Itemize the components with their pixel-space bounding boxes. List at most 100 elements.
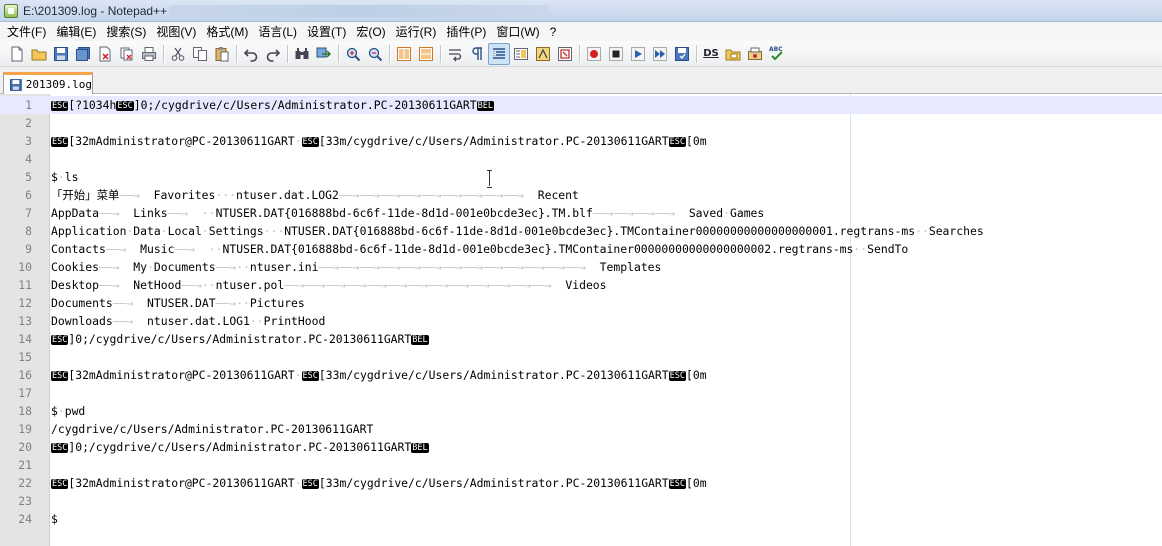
line-number: 15 <box>18 350 32 364</box>
sync-vertical-icon[interactable] <box>393 43 415 65</box>
whitespace-symbol: ·· <box>236 260 250 274</box>
editor-line[interactable]: 4 <box>0 150 1162 168</box>
menu-item-0[interactable]: 文件(F) <box>3 23 52 40</box>
spellcheck-icon[interactable]: ABC <box>766 43 788 65</box>
ds-icon[interactable]: DS <box>700 43 722 65</box>
editor-line[interactable]: 5 $·ls <box>0 168 1162 186</box>
menu-item-8[interactable]: 运行(R) <box>392 23 443 40</box>
editor-line[interactable]: 14 ESC]0;/cygdrive/c/Users/Administrator.… <box>0 330 1162 348</box>
text-run: ntuser.pol <box>215 278 285 292</box>
editor-line[interactable]: 24 $ <box>0 510 1162 528</box>
editor-line[interactable]: 18 $·pwd <box>0 402 1162 420</box>
whitespace-symbol: ——→——→——→——→——→——→——→——→——→——→——→——→——→ <box>318 260 586 274</box>
menu-item-11[interactable]: ? <box>546 25 563 39</box>
document-map-icon[interactable] <box>510 43 532 65</box>
menu-item-2[interactable]: 搜索(S) <box>102 23 152 40</box>
control-char-badge: ESC <box>668 371 686 381</box>
text-run <box>524 188 538 202</box>
editor-area[interactable]: 1 ESC[?1034hESC]0;/cygdrive/c/Users/Admin… <box>0 94 1162 546</box>
show-all-chars-icon[interactable] <box>466 43 488 65</box>
line-number: 13 <box>18 314 32 328</box>
find-icon[interactable] <box>291 43 313 65</box>
paste-icon[interactable] <box>211 43 233 65</box>
editor-line[interactable]: 23 <box>0 492 1162 510</box>
open-file-icon[interactable] <box>28 43 50 65</box>
save-icon[interactable] <box>50 43 72 65</box>
whitespace-symbol: ——→ <box>99 278 120 292</box>
cut-icon[interactable] <box>167 43 189 65</box>
indent-guide-icon[interactable] <box>488 42 510 65</box>
text-run: [33m/cygdrive/c/Users/Administrator.PC-2… <box>318 476 669 490</box>
save-macro-icon[interactable] <box>671 43 693 65</box>
editor-line[interactable]: 15 <box>0 348 1162 366</box>
text-run: AppData <box>51 206 100 220</box>
editor-line[interactable]: 19/cygdrive/c/Users/Administrator.PC-201… <box>0 420 1162 438</box>
editor-line[interactable]: 6 「开始」菜单——→ Favorites···ntuser.dat.LOG2——… <box>0 186 1162 204</box>
editor-line[interactable]: 21 <box>0 456 1162 474</box>
editor-line[interactable]: 8 Application·Data·Local·Settings···NTUSE… <box>0 222 1162 240</box>
run-macro-multiple-icon[interactable] <box>649 43 671 65</box>
whitespace-symbol: ——→——→——→——→——→——→——→——→——→ <box>338 188 525 202</box>
word-wrap-icon[interactable] <box>444 43 466 65</box>
copy-icon[interactable] <box>189 43 211 65</box>
whitespace-symbol: ——→ <box>99 260 120 274</box>
editor-line[interactable]: 12 Documents——→ NTUSER.DAT——→··Pictures <box>0 294 1162 312</box>
save-all-icon[interactable] <box>72 43 94 65</box>
record-macro-icon[interactable] <box>583 43 605 65</box>
text-run: Cookies <box>51 260 100 274</box>
redo-icon[interactable] <box>262 43 284 65</box>
editor-line[interactable]: 9 Contacts——→ Music——→ ··NTUSER.DAT{01688… <box>0 240 1162 258</box>
plugin-icon[interactable] <box>744 43 766 65</box>
print-icon[interactable] <box>138 43 160 65</box>
menu-item-3[interactable]: 视图(V) <box>152 23 202 40</box>
undo-icon[interactable] <box>240 43 262 65</box>
function-list-icon[interactable] <box>532 43 554 65</box>
line-text: Contacts——→ Music——→ ··NTUSER.DAT{016888… <box>51 240 908 258</box>
line-text: ESC[32mAdministrator@PC-20130611GART·ESC… <box>51 366 707 385</box>
editor-line[interactable]: 13 Downloads——→ ntuser.dat.LOG1··PrintHoo… <box>0 312 1162 330</box>
close-all-icon[interactable] <box>116 43 138 65</box>
editor-line[interactable]: 20 ESC]0;/cygdrive/c/Users/Administrator.… <box>0 438 1162 456</box>
text-run: Documents <box>51 296 113 310</box>
zoom-in-icon[interactable] <box>342 43 364 65</box>
whitespace-symbol: ··· <box>215 188 236 202</box>
whitespace-symbol: · <box>57 170 65 184</box>
editor-line[interactable]: 11 Desktop——→ NetHood——→··ntuser.pol——→——… <box>0 276 1162 294</box>
sync-horizontal-icon[interactable] <box>415 43 437 65</box>
tab-201309-log[interactable]: 201309.log <box>3 72 93 94</box>
menu-item-5[interactable]: 语言(L) <box>254 23 303 40</box>
line-number: 3 <box>25 134 32 148</box>
text-run: NTUSER.DAT{016888bd-6c6f-11de-8d1d-001e0… <box>215 206 593 220</box>
text-run: Videos <box>551 278 607 292</box>
tab-strip: 201309.log <box>0 67 1162 94</box>
editor-line[interactable]: 3 ESC[32mAdministrator@PC-20130611GART·ES… <box>0 132 1162 150</box>
folder-as-workspace-icon[interactable] <box>554 43 576 65</box>
menu-item-4[interactable]: 格式(M) <box>202 23 254 40</box>
menu-item-9[interactable]: 插件(P) <box>442 23 492 40</box>
new-file-icon[interactable] <box>6 43 28 65</box>
menu-item-10[interactable]: 窗口(W) <box>492 23 545 40</box>
text-run: ntuser.ini <box>249 260 319 274</box>
close-icon[interactable] <box>94 43 116 65</box>
line-number: 19 <box>18 422 32 436</box>
menu-item-1[interactable]: 编辑(E) <box>52 23 102 40</box>
menu-item-6[interactable]: 设置(T) <box>303 23 352 40</box>
editor-line[interactable]: 7 AppData——→ Links——→ ··NTUSER.DAT{016888… <box>0 204 1162 222</box>
line-text: /cygdrive/c/Users/Administrator.PC-20130… <box>51 420 373 438</box>
line-text: 「开始」菜单——→ Favorites···ntuser.dat.LOG2——→… <box>51 186 579 204</box>
playback-macro-icon[interactable] <box>627 43 649 65</box>
zoom-out-icon[interactable] <box>364 43 386 65</box>
stop-record-icon[interactable] <box>605 43 627 65</box>
editor-line[interactable]: 17 <box>0 384 1162 402</box>
replace-icon[interactable] <box>313 43 335 65</box>
editor-line[interactable]: 1 ESC[?1034hESC]0;/cygdrive/c/Users/Admin… <box>0 96 1162 114</box>
title-bar: E:\201309.log - Notepad++ <box>0 0 1162 22</box>
whitespace-symbol: ——→ <box>119 188 140 202</box>
editor-line[interactable]: 2 <box>0 114 1162 132</box>
open-folder-icon[interactable] <box>722 43 744 65</box>
whitespace-symbol: ——→——→——→——→——→——→——→——→——→——→——→——→——→ <box>284 278 552 292</box>
editor-line[interactable]: 22 ESC[32mAdministrator@PC-20130611GART·E… <box>0 474 1162 492</box>
editor-line[interactable]: 10 Cookies——→ My·Documents——→··ntuser.ini… <box>0 258 1162 276</box>
editor-line[interactable]: 16 ESC[32mAdministrator@PC-20130611GART·E… <box>0 366 1162 384</box>
menu-item-7[interactable]: 宏(O) <box>352 23 391 40</box>
